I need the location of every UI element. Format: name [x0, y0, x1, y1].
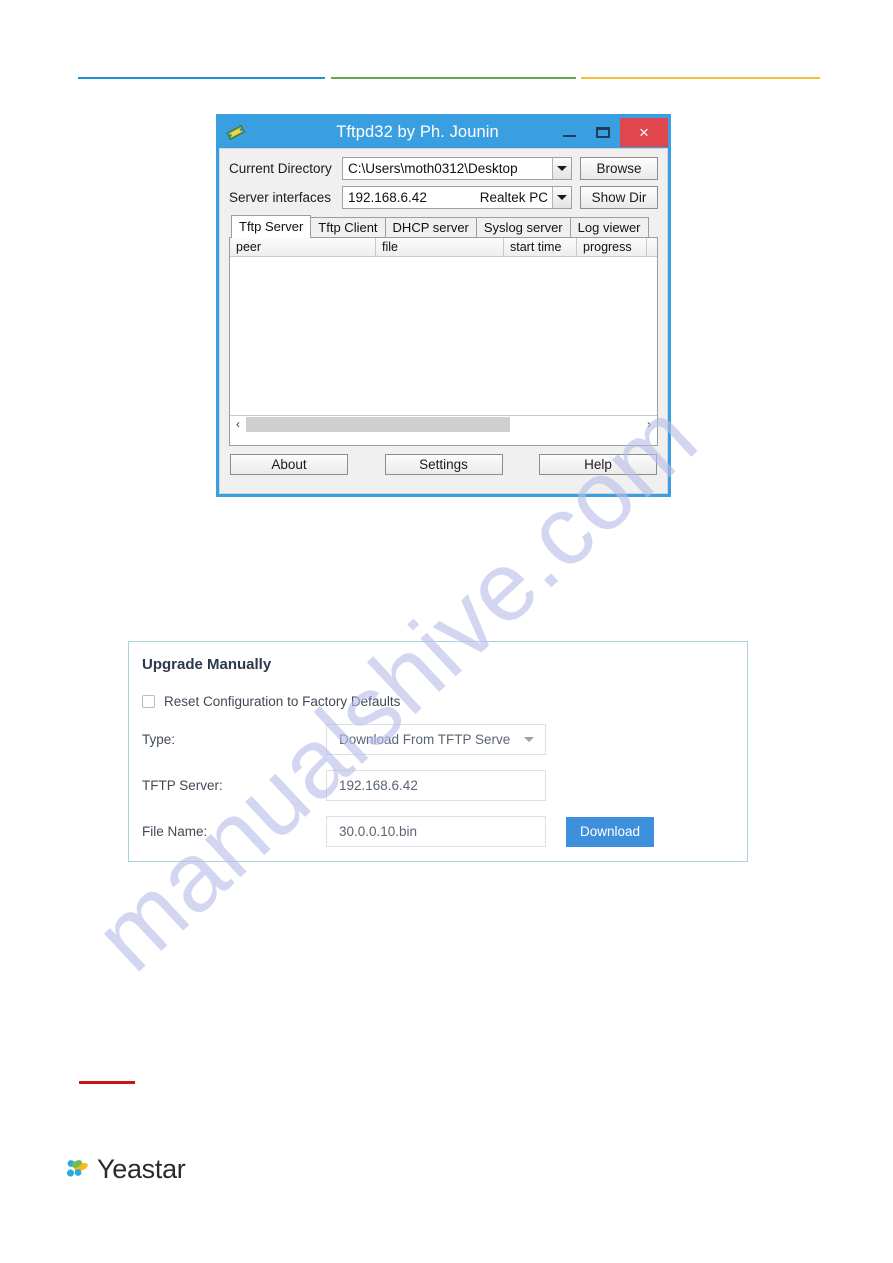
- header-rule-yellow: [580, 77, 820, 79]
- tab-tftp-client[interactable]: Tftp Client: [310, 217, 386, 238]
- help-button[interactable]: Help: [539, 454, 657, 475]
- column-header-start-time[interactable]: start time: [504, 238, 577, 256]
- scroll-left-icon[interactable]: ‹: [230, 416, 246, 432]
- tab-dhcp-server[interactable]: DHCP server: [384, 217, 477, 238]
- download-button[interactable]: Download: [566, 816, 654, 847]
- yeastar-logo-icon: [62, 1155, 92, 1185]
- yeastar-logo: Yeastar: [62, 1154, 186, 1185]
- minimize-icon[interactable]: [552, 118, 586, 147]
- tftpd32-tabs: Tftp Server Tftp Client DHCP server Sysl…: [229, 215, 658, 238]
- file-name-input[interactable]: 30.0.0.10.bin: [326, 816, 546, 847]
- window-controls: ×: [552, 118, 668, 147]
- maximize-icon[interactable]: [586, 118, 620, 147]
- type-select[interactable]: Download From TFTP Serve: [326, 724, 546, 755]
- settings-button[interactable]: Settings: [384, 454, 503, 475]
- panel-title: Upgrade Manually: [142, 656, 272, 673]
- header-rule-green: [331, 77, 576, 79]
- reset-configuration-label: Reset Configuration to Factory Defaults: [164, 694, 401, 709]
- column-header-progress[interactable]: progress: [577, 238, 647, 256]
- type-label: Type:: [142, 732, 176, 747]
- scroll-right-icon[interactable]: ›: [641, 416, 657, 432]
- current-directory-combo[interactable]: C:\Users\moth0312\Desktop: [342, 157, 572, 180]
- close-icon[interactable]: ×: [620, 118, 668, 147]
- tftpd32-body: Current Directory C:\Users\moth0312\Desk…: [219, 148, 668, 494]
- column-header-file[interactable]: file: [376, 238, 504, 256]
- server-interfaces-value: 192.168.6.42: [348, 190, 427, 205]
- server-interfaces-row: Server interfaces 192.168.6.42 Realtek P…: [229, 186, 658, 209]
- browse-button[interactable]: Browse: [580, 157, 658, 180]
- file-name-label: File Name:: [142, 824, 208, 839]
- page-root: manualshive.com Tftpd32 by Ph. Jounin × …: [0, 0, 893, 1263]
- header-rules: [78, 76, 820, 79]
- tftpd-icon: [223, 121, 249, 145]
- show-dir-button[interactable]: Show Dir: [580, 186, 658, 209]
- window-title: Tftpd32 by Ph. Jounin: [336, 123, 499, 141]
- red-divider: [79, 1081, 135, 1084]
- current-directory-value: C:\Users\moth0312\Desktop: [348, 161, 518, 176]
- tab-syslog-server[interactable]: Syslog server: [475, 217, 571, 238]
- type-select-value: Download From TFTP Serve: [339, 732, 511, 747]
- yeastar-brand-text: Yeastar: [97, 1154, 186, 1184]
- chevron-down-icon[interactable]: [552, 158, 571, 179]
- server-interfaces-label: Server interfaces: [229, 190, 332, 205]
- transfer-list-panel: peer file start time progress ‹ ›: [229, 237, 658, 446]
- scrollbar-track[interactable]: [246, 416, 641, 432]
- tab-tftp-server[interactable]: Tftp Server: [231, 215, 312, 238]
- column-header-peer[interactable]: peer: [230, 238, 376, 256]
- transfer-list-header: peer file start time progress: [230, 238, 657, 257]
- current-directory-row: Current Directory C:\Users\moth0312\Desk…: [229, 157, 658, 180]
- current-directory-label: Current Directory: [229, 161, 332, 176]
- chevron-down-icon[interactable]: [552, 187, 571, 208]
- horizontal-scrollbar[interactable]: ‹ ›: [230, 415, 657, 432]
- file-name-row: File Name: 30.0.0.10.bin Download: [129, 816, 747, 847]
- tftpd32-titlebar[interactable]: Tftpd32 by Ph. Jounin ×: [219, 117, 668, 148]
- scrollbar-thumb[interactable]: [246, 416, 510, 432]
- about-button[interactable]: About: [230, 454, 348, 475]
- tab-log-viewer[interactable]: Log viewer: [569, 217, 649, 238]
- tftp-server-row: TFTP Server: 192.168.6.42: [129, 770, 747, 801]
- upgrade-manually-panel: Upgrade Manually Reset Configuration to …: [128, 641, 748, 862]
- tftpd32-window: Tftpd32 by Ph. Jounin × Current Director…: [216, 114, 671, 497]
- chevron-down-icon[interactable]: [524, 737, 534, 742]
- tftpd32-bottom-buttons: About Settings Help: [229, 454, 658, 475]
- tftp-server-input[interactable]: 192.168.6.42: [326, 770, 546, 801]
- header-rule-blue: [78, 77, 326, 79]
- reset-configuration-checkbox[interactable]: [142, 695, 155, 708]
- server-interfaces-combo[interactable]: 192.168.6.42 Realtek PC: [342, 186, 572, 209]
- tftp-server-label: TFTP Server:: [142, 778, 223, 793]
- type-row: Type: Download From TFTP Serve: [129, 724, 747, 755]
- reset-configuration-row[interactable]: Reset Configuration to Factory Defaults: [129, 673, 747, 709]
- column-header-filler: [647, 238, 657, 256]
- server-interfaces-adapter: Realtek PC: [479, 190, 548, 205]
